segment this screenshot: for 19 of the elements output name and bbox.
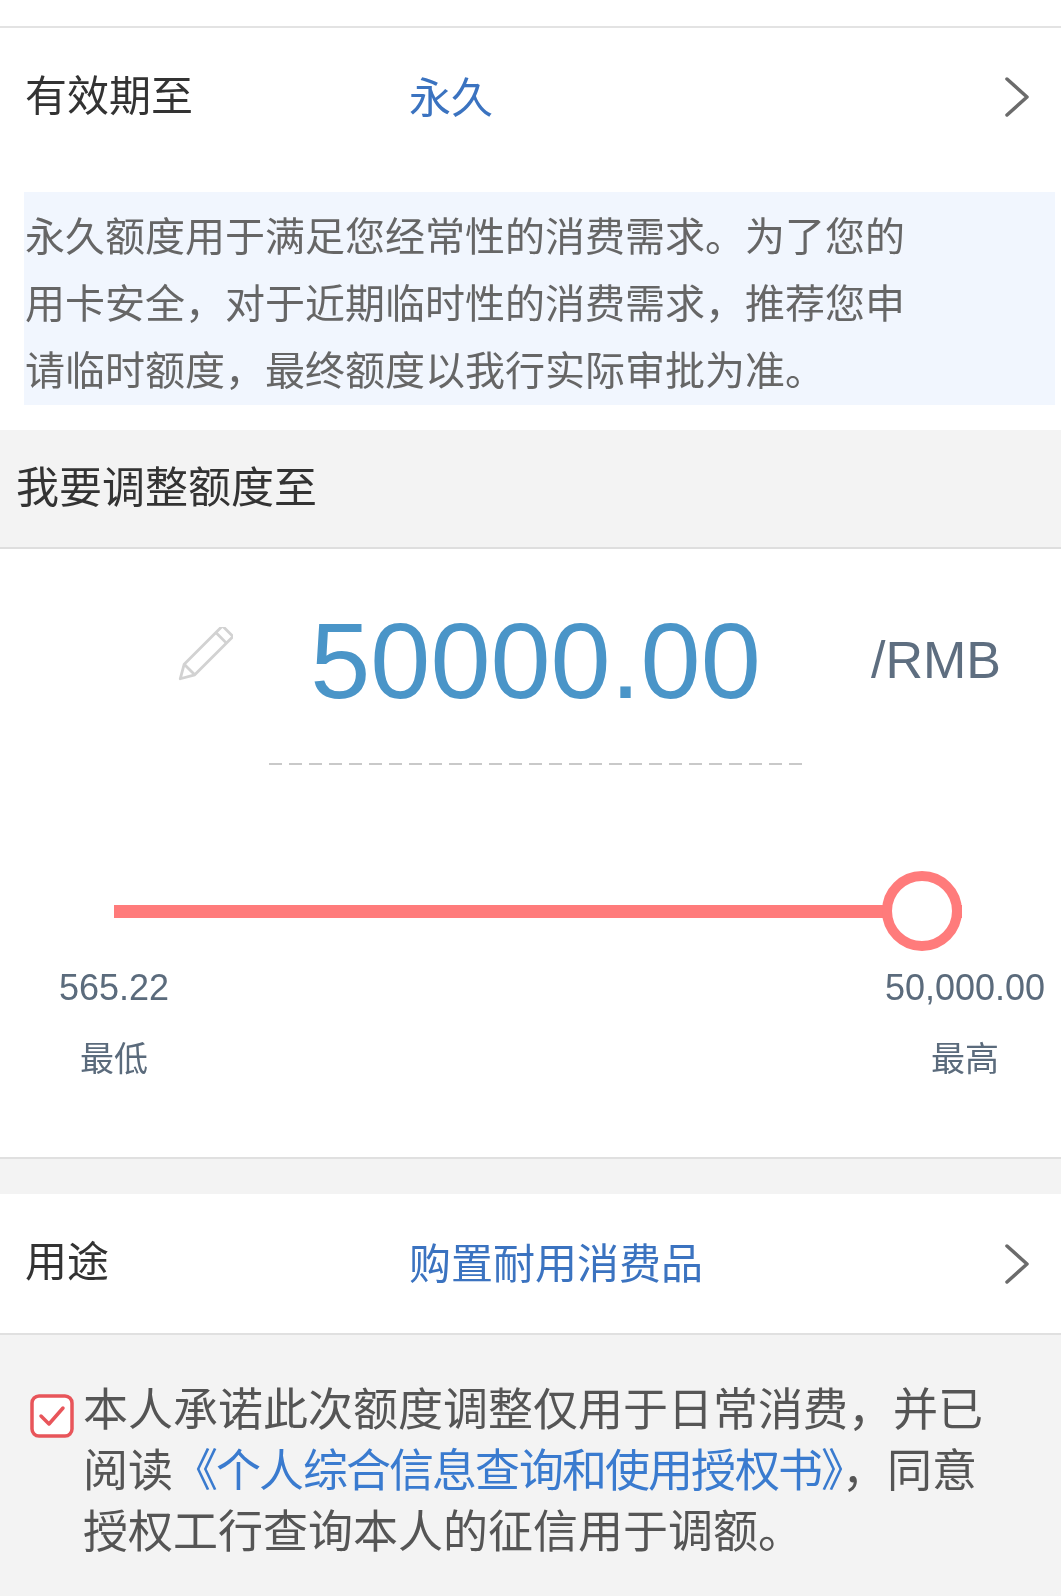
chevron-right-icon <box>1004 76 1030 118</box>
agree-checkbox[interactable] <box>30 1394 74 1438</box>
row-label: 有效期至 <box>25 71 194 122</box>
max-value: 50,000.00 <box>884 966 1046 1010</box>
authorization-link[interactable]: 《个人综合信息查询和使用授权书》 <box>173 1446 843 1497</box>
row-value: 永久 <box>409 74 493 122</box>
info-note-text: 永久额度用于满足您经常性的消费需求。为了您的用卡安全，对于近期临时性的消费需求，推荐您申请临时额度，最终额度以我行实际审批为准。 <box>25 214 906 395</box>
validity-row[interactable]: 有效期至 永久 <box>0 28 1061 166</box>
min-label: 最低 <box>80 1039 148 1080</box>
max-label: 最高 <box>931 1039 999 1080</box>
slider-track[interactable] <box>114 871 962 951</box>
currency-unit: /RMB <box>871 630 1001 690</box>
min-value: 565.22 <box>58 966 170 1010</box>
consent-text: 本人承诺此次额度调整仅用于日常消费，并已阅读《个人综合信息查询和使用授权书》，同意授权工行查询本人的征信用于调额。 <box>83 1384 984 1560</box>
purpose-row[interactable]: 用途 购置耐用消费品 <box>0 1194 1061 1335</box>
section-title: 我要调整额度至 <box>16 462 317 514</box>
chevron-right-icon <box>1004 1242 1030 1285</box>
row-value: 购置耐用消费品 <box>409 1241 703 1289</box>
row-label: 用途 <box>25 1238 110 1289</box>
